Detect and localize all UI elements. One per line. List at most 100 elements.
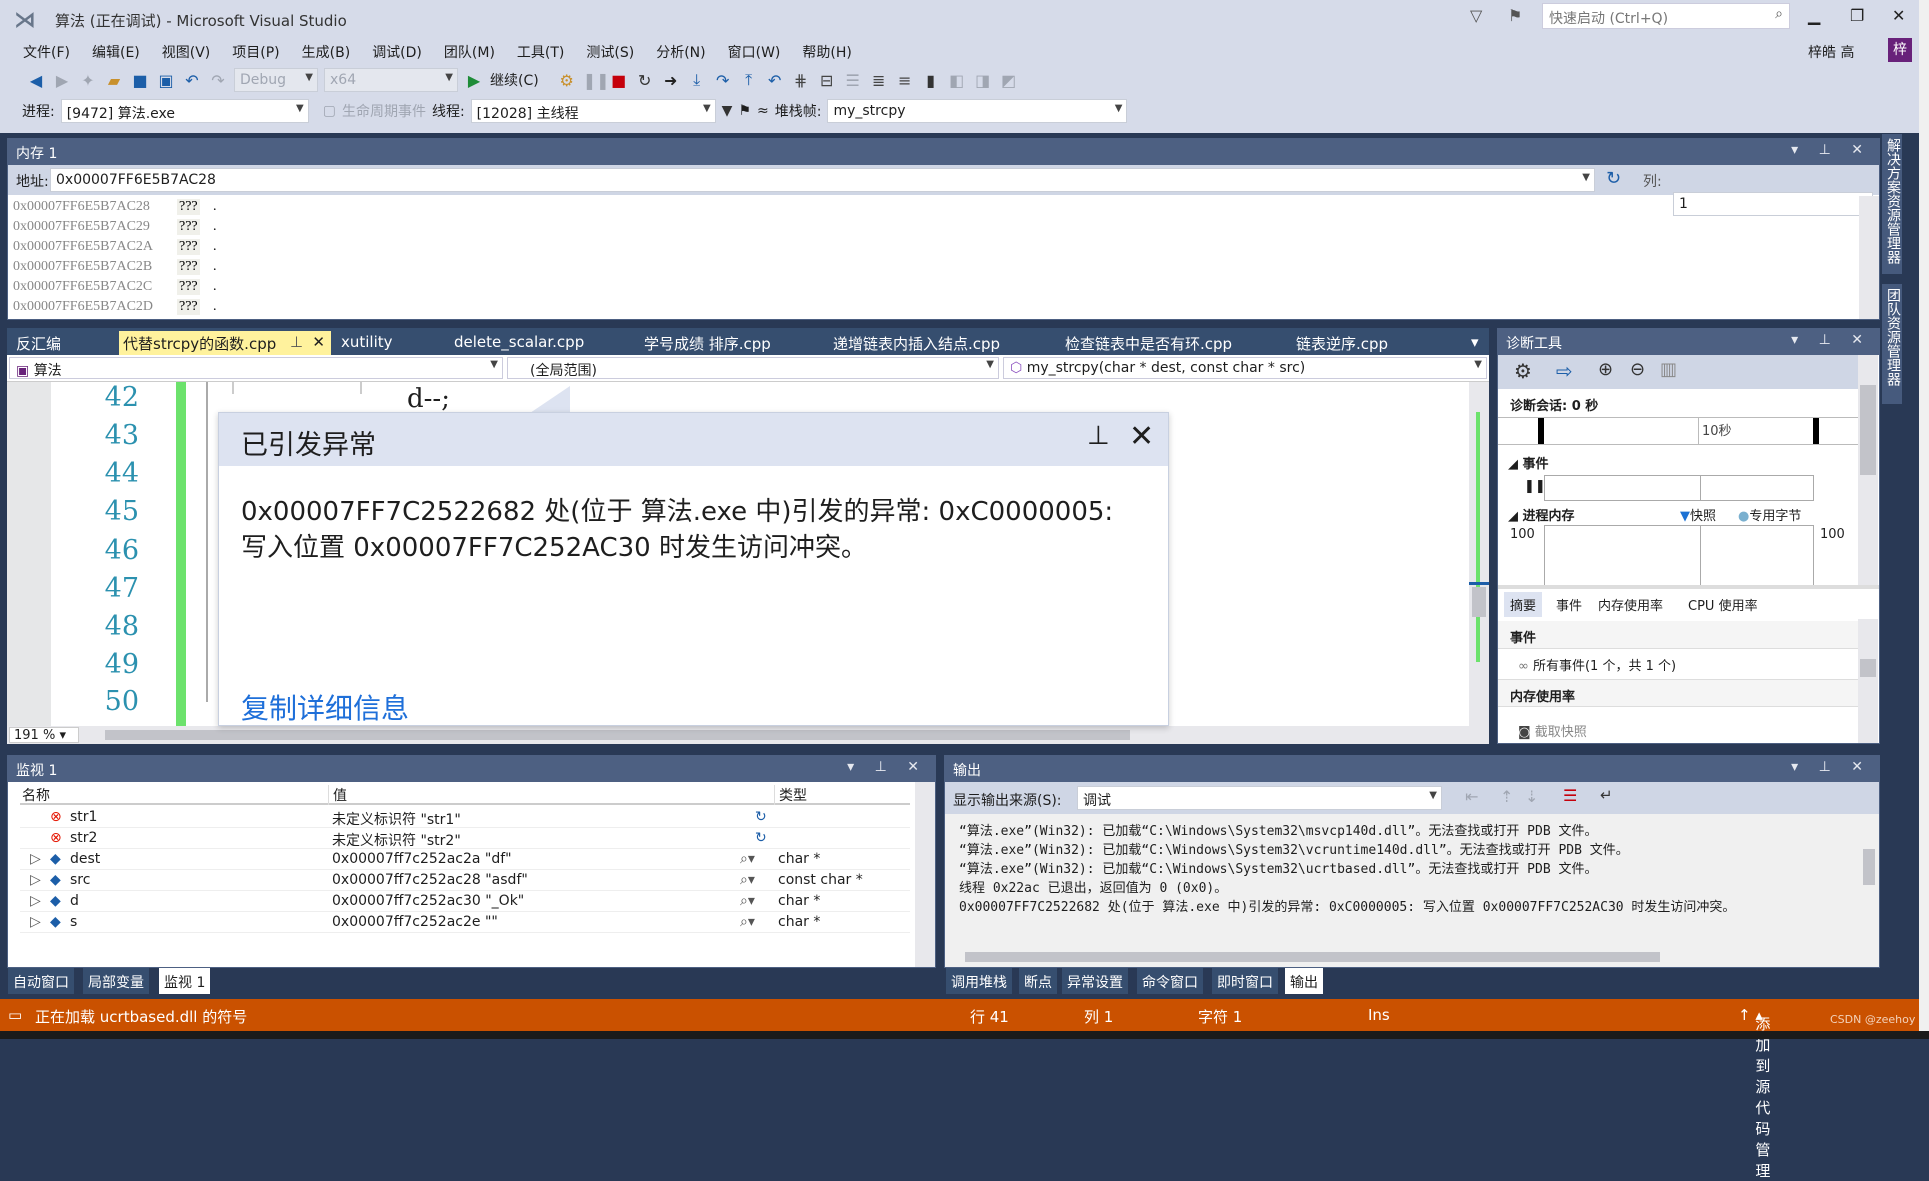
tab-sort[interactable]: 学号成绩 排序.cpp <box>640 331 775 355</box>
step-out-icon[interactable]: ⤒ <box>739 70 759 90</box>
next-bookmark-icon[interactable]: ◨ <box>973 71 993 90</box>
watch-row[interactable]: ▷ ◆ src 0x00007ff7c252ac28 "asdf" ⌕▾ const ch… <box>20 870 910 891</box>
tab-breakpoints[interactable]: 断点 <box>1019 968 1057 994</box>
stop-icon[interactable]: ■ <box>609 71 629 90</box>
watch-row[interactable]: ▷ ◆ s 0x00007ff7c252ac2e "" ⌕▾ char * <box>20 912 910 933</box>
step-over-icon[interactable]: ↷ <box>713 71 733 90</box>
feedback-icon[interactable]: ⚑ <box>1508 6 1522 25</box>
menu-analyze[interactable]: 分析(N) <box>645 42 716 62</box>
continue-icon[interactable]: ▶ <box>464 71 484 90</box>
thread-select[interactable]: [12028] 主线程 ▼ <box>470 99 716 123</box>
forward-icon[interactable]: ▶ <box>52 71 72 90</box>
menu-help[interactable]: 帮助(H) <box>791 42 862 62</box>
pin-icon[interactable]: ⊥ <box>290 333 303 351</box>
indicator-margin[interactable] <box>7 382 51 726</box>
process-icon[interactable]: ⚙ <box>557 71 577 90</box>
close-popup-icon[interactable]: ✕ <box>1129 419 1154 454</box>
tab-memory-usage[interactable]: 内存使用率 <box>1598 595 1663 614</box>
refresh-icon[interactable]: ↻ <box>1606 168 1621 189</box>
find-icon[interactable]: ⊟ <box>817 71 837 90</box>
tab-xutility[interactable]: xutility <box>337 331 397 355</box>
undo-icon[interactable]: ↶ <box>182 71 202 90</box>
break-all-icon[interactable]: ❚❚ <box>583 71 610 90</box>
settings-icon[interactable]: ⚙ <box>1514 359 1532 383</box>
window-controls[interactable]: ▾ ⊥ ✕ <box>1791 332 1871 348</box>
watch-row[interactable]: ▷ ◆ d 0x00007ff7c252ac30 "_Ok" ⌕▾ char * <box>20 891 910 912</box>
project-dropdown[interactable]: ▣ 算法 ▼ <box>9 357 503 379</box>
save-icon[interactable]: ■ <box>130 71 150 90</box>
visualizer-icon[interactable]: ⌕▾ <box>740 893 755 909</box>
stackframe-select[interactable]: my_strcpy ▼ <box>827 99 1128 123</box>
menu-tools[interactable]: 工具(T) <box>506 42 575 62</box>
source-control-button[interactable]: ↑ 添加到源代码管理 ▴ <box>1738 1006 1770 1180</box>
columns-select[interactable]: 1▼ <box>1673 192 1873 216</box>
tab-events[interactable]: 事件 <box>1556 595 1582 614</box>
step-into-icon[interactable]: ⤓ <box>687 70 707 90</box>
export-icon[interactable]: ⇨ <box>1556 359 1573 383</box>
tab-autos[interactable]: 自动窗口 <box>8 968 74 994</box>
comment-icon[interactable]: ☰ <box>843 71 863 90</box>
new-project-icon[interactable]: ✦ <box>78 71 98 90</box>
menu-window[interactable]: 窗口(W) <box>717 42 792 62</box>
flag-icon[interactable]: ⚑ <box>738 103 751 119</box>
address-input[interactable]: 0x00007FF6E5B7AC28 ▼ <box>50 168 1595 192</box>
watch-scrollbar[interactable] <box>915 782 935 967</box>
tab-linked-list-cycle[interactable]: 检查链表中是否有环.cpp <box>1061 331 1236 355</box>
visualizer-icon[interactable]: ⌕▾ <box>740 872 755 888</box>
tab-summary[interactable]: 摘要 <box>1504 592 1543 617</box>
tab-delete-scalar[interactable]: delete_scalar.cpp <box>450 331 588 355</box>
window-controls[interactable]: ▾ ⊥ ✕ <box>847 759 927 775</box>
tab-overflow-icon[interactable]: ▾ <box>1467 331 1483 355</box>
indent-icon[interactable]: ≣ <box>869 71 889 90</box>
process-select[interactable]: [9472] 算法.exe ▼ <box>60 99 309 123</box>
window-controls[interactable]: ▾ ⊥ ✕ <box>1791 142 1871 158</box>
tab-linked-list-reverse[interactable]: 链表逆序.cpp <box>1292 331 1392 355</box>
menu-debug[interactable]: 调试(D) <box>361 42 433 62</box>
expand-icon[interactable]: ▷ <box>30 914 41 930</box>
expand-icon[interactable]: ▷ <box>30 893 41 909</box>
editor-horizontal-scrollbar[interactable]: 191 % ▾ <box>7 726 1489 744</box>
avatar[interactable]: 梓 <box>1888 38 1912 62</box>
output-horizontal-scrollbar[interactable] <box>951 949 1856 965</box>
window-controls[interactable]: ▾ ⊥ ✕ <box>1791 759 1871 775</box>
clear-bookmark-icon[interactable]: ◩ <box>999 71 1019 90</box>
tab-immediate-window[interactable]: 即时窗口 <box>1212 968 1278 994</box>
quick-launch-input[interactable]: 快速启动 (Ctrl+Q) ⌕ <box>1542 3 1790 29</box>
find-message-icon[interactable]: ⇤ <box>1465 787 1478 806</box>
menu-team[interactable]: 团队(M) <box>433 42 506 62</box>
back-icon[interactable]: ◀ <box>26 71 46 90</box>
watch-row[interactable]: ⊗ str1 未定义标识符 "str1" ↻ <box>20 807 910 828</box>
pause-icon[interactable]: ❚❚ <box>1524 479 1546 494</box>
hex-icon[interactable]: ⋕ <box>791 71 811 90</box>
save-all-icon[interactable]: ▣ <box>156 71 176 90</box>
show-next-statement-icon[interactable]: ➜ <box>661 71 681 90</box>
tab-linked-list-insert[interactable]: 递增链表内插入结点.cpp <box>829 331 1004 355</box>
tab-cpu-usage[interactable]: CPU 使用率 <box>1688 595 1758 614</box>
column-name[interactable]: 名称 <box>22 785 50 805</box>
prev-message-icon[interactable]: ⇡ <box>1500 787 1513 806</box>
step-back-icon[interactable]: ↶ <box>765 71 785 90</box>
tab-strcpy-cpp[interactable]: 代替strcpy的函数.cpp ⊥ ✕ <box>119 331 331 355</box>
horizontal-scroll-thumb[interactable] <box>105 730 1130 740</box>
side-tab-solution-explorer[interactable]: 解决方案资源管理器 <box>1882 134 1902 274</box>
flag-filter-icon[interactable]: ▼ <box>722 103 733 119</box>
process-memory-toggle[interactable]: ◢ 进程内存 <box>1508 505 1575 524</box>
menu-project[interactable]: 项目(P) <box>221 42 290 62</box>
menu-edit[interactable]: 编辑(E) <box>81 42 151 62</box>
zoom-out-icon[interactable]: ⊖ <box>1630 359 1645 380</box>
timeline-ruler[interactable]: 10秒 <box>1498 417 1858 445</box>
open-icon[interactable]: ▰ <box>104 71 124 90</box>
refresh-icon[interactable]: ↻ <box>755 809 767 825</box>
platform-select[interactable]: x64 ▼ <box>324 68 458 92</box>
column-value[interactable]: 值 <box>328 785 347 805</box>
events-section-toggle[interactable]: ◢ 事件 <box>1508 453 1549 472</box>
output-source-select[interactable]: 调试 ▼ <box>1077 786 1442 810</box>
watch-row[interactable]: ▷ ◆ dest 0x00007ff7c252ac2a "df" ⌕▾ char * <box>20 849 910 870</box>
visualizer-icon[interactable]: ⌕▾ <box>740 851 755 867</box>
menu-test[interactable]: 测试(S) <box>575 42 645 62</box>
restart-icon[interactable]: ↻ <box>635 71 655 90</box>
watch-row[interactable]: ⊗ str2 未定义标识符 "str2" ↻ <box>20 828 910 849</box>
tab-exception-settings[interactable]: 异常设置 <box>1062 968 1128 994</box>
side-tab-team-explorer[interactable]: 团队资源管理器 <box>1882 284 1902 404</box>
config-select[interactable]: Debug ▼ <box>234 68 318 92</box>
